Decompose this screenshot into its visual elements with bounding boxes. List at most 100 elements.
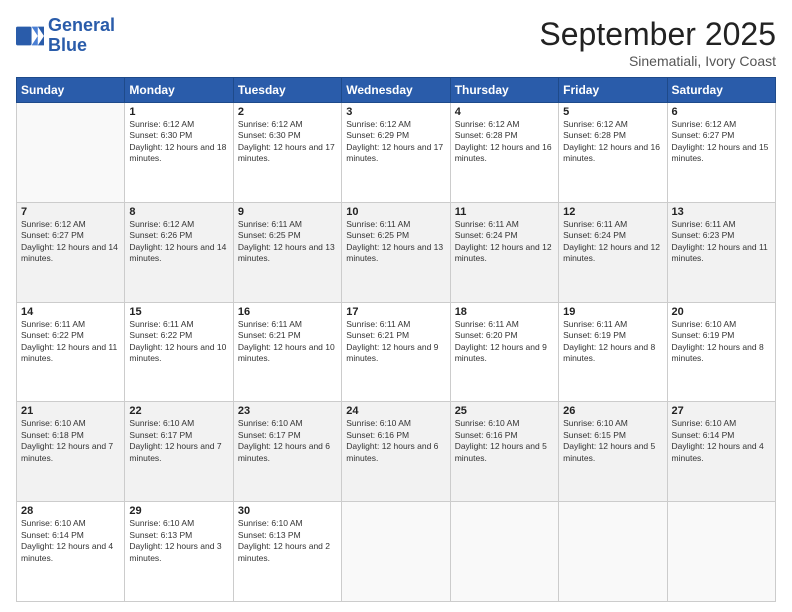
calendar-header: Sunday Monday Tuesday Wednesday Thursday… — [17, 78, 776, 103]
day-number: 23 — [238, 405, 337, 417]
day-info: Sunrise: 6:11 AMSunset: 6:22 PMDaylight:… — [129, 319, 228, 365]
day-number: 3 — [346, 106, 445, 118]
calendar-cell: 19Sunrise: 6:11 AMSunset: 6:19 PMDayligh… — [559, 302, 667, 402]
calendar-cell: 6Sunrise: 6:12 AMSunset: 6:27 PMDaylight… — [667, 103, 775, 203]
calendar-cell: 26Sunrise: 6:10 AMSunset: 6:15 PMDayligh… — [559, 402, 667, 502]
calendar-cell: 29Sunrise: 6:10 AMSunset: 6:13 PMDayligh… — [125, 502, 233, 602]
calendar-cell: 7Sunrise: 6:12 AMSunset: 6:27 PMDaylight… — [17, 202, 125, 302]
day-info: Sunrise: 6:12 AMSunset: 6:30 PMDaylight:… — [238, 119, 337, 165]
calendar-body: 1Sunrise: 6:12 AMSunset: 6:30 PMDaylight… — [17, 103, 776, 602]
day-number: 29 — [129, 505, 228, 517]
day-info: Sunrise: 6:11 AMSunset: 6:25 PMDaylight:… — [346, 219, 445, 265]
logo-text: General Blue — [48, 16, 115, 56]
col-thursday: Thursday — [450, 78, 558, 103]
col-friday: Friday — [559, 78, 667, 103]
logo-line1: General — [48, 16, 115, 36]
calendar-cell: 23Sunrise: 6:10 AMSunset: 6:17 PMDayligh… — [233, 402, 341, 502]
calendar-cell: 8Sunrise: 6:12 AMSunset: 6:26 PMDaylight… — [125, 202, 233, 302]
day-info: Sunrise: 6:12 AMSunset: 6:28 PMDaylight:… — [563, 119, 662, 165]
calendar-cell: 5Sunrise: 6:12 AMSunset: 6:28 PMDaylight… — [559, 103, 667, 203]
calendar-cell: 25Sunrise: 6:10 AMSunset: 6:16 PMDayligh… — [450, 402, 558, 502]
col-tuesday: Tuesday — [233, 78, 341, 103]
day-number: 6 — [672, 106, 771, 118]
day-number: 15 — [129, 306, 228, 318]
calendar-cell: 3Sunrise: 6:12 AMSunset: 6:29 PMDaylight… — [342, 103, 450, 203]
day-info: Sunrise: 6:10 AMSunset: 6:19 PMDaylight:… — [672, 319, 771, 365]
location: Sinematiali, Ivory Coast — [539, 53, 776, 69]
day-info: Sunrise: 6:10 AMSunset: 6:18 PMDaylight:… — [21, 418, 120, 464]
day-number: 20 — [672, 306, 771, 318]
day-info: Sunrise: 6:12 AMSunset: 6:27 PMDaylight:… — [672, 119, 771, 165]
day-number: 7 — [21, 206, 120, 218]
day-info: Sunrise: 6:10 AMSunset: 6:15 PMDaylight:… — [563, 418, 662, 464]
day-info: Sunrise: 6:11 AMSunset: 6:25 PMDaylight:… — [238, 219, 337, 265]
calendar-cell: 2Sunrise: 6:12 AMSunset: 6:30 PMDaylight… — [233, 103, 341, 203]
title-block: September 2025 Sinematiali, Ivory Coast — [539, 16, 776, 69]
day-info: Sunrise: 6:10 AMSunset: 6:17 PMDaylight:… — [129, 418, 228, 464]
day-info: Sunrise: 6:10 AMSunset: 6:13 PMDaylight:… — [129, 518, 228, 564]
day-number: 2 — [238, 106, 337, 118]
day-info: Sunrise: 6:10 AMSunset: 6:13 PMDaylight:… — [238, 518, 337, 564]
calendar-cell: 1Sunrise: 6:12 AMSunset: 6:30 PMDaylight… — [125, 103, 233, 203]
col-wednesday: Wednesday — [342, 78, 450, 103]
day-info: Sunrise: 6:12 AMSunset: 6:29 PMDaylight:… — [346, 119, 445, 165]
calendar-cell — [667, 502, 775, 602]
calendar-cell: 15Sunrise: 6:11 AMSunset: 6:22 PMDayligh… — [125, 302, 233, 402]
calendar-cell: 24Sunrise: 6:10 AMSunset: 6:16 PMDayligh… — [342, 402, 450, 502]
day-info: Sunrise: 6:11 AMSunset: 6:21 PMDaylight:… — [238, 319, 337, 365]
calendar-cell: 12Sunrise: 6:11 AMSunset: 6:24 PMDayligh… — [559, 202, 667, 302]
day-number: 13 — [672, 206, 771, 218]
logo-line2: Blue — [48, 36, 115, 56]
day-number: 9 — [238, 206, 337, 218]
day-number: 17 — [346, 306, 445, 318]
day-number: 26 — [563, 405, 662, 417]
day-info: Sunrise: 6:12 AMSunset: 6:30 PMDaylight:… — [129, 119, 228, 165]
calendar-cell: 16Sunrise: 6:11 AMSunset: 6:21 PMDayligh… — [233, 302, 341, 402]
col-monday: Monday — [125, 78, 233, 103]
day-info: Sunrise: 6:11 AMSunset: 6:24 PMDaylight:… — [455, 219, 554, 265]
day-number: 25 — [455, 405, 554, 417]
calendar-cell: 10Sunrise: 6:11 AMSunset: 6:25 PMDayligh… — [342, 202, 450, 302]
calendar-week-row: 14 Sunrise: 6:11 AMSunset: 6:22 PMDayligh… — [17, 302, 776, 402]
calendar-cell: 27Sunrise: 6:10 AMSunset: 6:14 PMDayligh… — [667, 402, 775, 502]
day-number: 14 — [21, 306, 120, 318]
logo-icon — [16, 22, 44, 50]
day-info: Sunrise: 6:11 AMSunset: 6:20 PMDaylight:… — [455, 319, 554, 365]
calendar-cell — [342, 502, 450, 602]
calendar-week-row: 7Sunrise: 6:12 AMSunset: 6:27 PMDaylight… — [17, 202, 776, 302]
calendar-cell: 28Sunrise: 6:10 AMSunset: 6:14 PMDayligh… — [17, 502, 125, 602]
day-number: 5 — [563, 106, 662, 118]
day-number: 10 — [346, 206, 445, 218]
day-number: 12 — [563, 206, 662, 218]
day-number: 19 — [563, 306, 662, 318]
day-info: Sunrise: 6:11 AMSunset: 6:19 PMDaylight:… — [563, 319, 662, 365]
day-info: Sunrise: 6:10 AMSunset: 6:14 PMDaylight:… — [672, 418, 771, 464]
header: General Blue September 2025 Sinematiali,… — [16, 16, 776, 69]
day-info: Sunrise: 6:10 AMSunset: 6:17 PMDaylight:… — [238, 418, 337, 464]
day-number: 21 — [21, 405, 120, 417]
calendar-cell: 11Sunrise: 6:11 AMSunset: 6:24 PMDayligh… — [450, 202, 558, 302]
calendar-table: Sunday Monday Tuesday Wednesday Thursday… — [16, 77, 776, 602]
day-info: Sunrise: 6:11 AMSunset: 6:24 PMDaylight:… — [563, 219, 662, 265]
day-number: 8 — [129, 206, 228, 218]
calendar-cell: 9Sunrise: 6:11 AMSunset: 6:25 PMDaylight… — [233, 202, 341, 302]
day-info: Sunrise: 6:12 AMSunset: 6:26 PMDaylight:… — [129, 219, 228, 265]
day-info: Sunrise: 6:10 AMSunset: 6:16 PMDaylight:… — [346, 418, 445, 464]
calendar-cell: 18Sunrise: 6:11 AMSunset: 6:20 PMDayligh… — [450, 302, 558, 402]
day-number: 4 — [455, 106, 554, 118]
day-number: 27 — [672, 405, 771, 417]
month-title: September 2025 — [539, 16, 776, 53]
day-number: 16 — [238, 306, 337, 318]
day-info: Sunrise: 6:12 AMSunset: 6:28 PMDaylight:… — [455, 119, 554, 165]
day-number: 11 — [455, 206, 554, 218]
calendar-cell: 30Sunrise: 6:10 AMSunset: 6:13 PMDayligh… — [233, 502, 341, 602]
col-sunday: Sunday — [17, 78, 125, 103]
day-number: 22 — [129, 405, 228, 417]
calendar-cell: 21Sunrise: 6:10 AMSunset: 6:18 PMDayligh… — [17, 402, 125, 502]
calendar-cell: 4Sunrise: 6:12 AMSunset: 6:28 PMDaylight… — [450, 103, 558, 203]
col-saturday: Saturday — [667, 78, 775, 103]
calendar-week-row: 21Sunrise: 6:10 AMSunset: 6:18 PMDayligh… — [17, 402, 776, 502]
calendar-week-row: 1Sunrise: 6:12 AMSunset: 6:30 PMDaylight… — [17, 103, 776, 203]
day-info: Sunrise: 6:10 AMSunset: 6:16 PMDaylight:… — [455, 418, 554, 464]
day-info: Sunrise: 6:11 AMSunset: 6:21 PMDaylight:… — [346, 319, 445, 365]
